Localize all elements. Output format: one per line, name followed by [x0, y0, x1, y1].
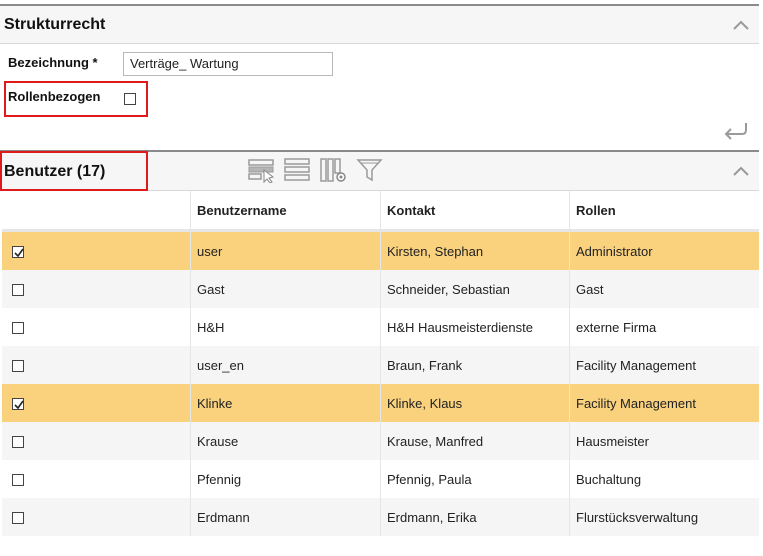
cell-kontakt: Klinke, Klaus — [380, 384, 570, 422]
cell-benutzername: Erdmann — [190, 498, 381, 536]
table-row[interactable]: user_en Braun, Frank Facility Management — [2, 346, 759, 384]
row-checkbox[interactable] — [12, 436, 24, 449]
row-checkbox[interactable] — [12, 322, 24, 335]
benutzer-highlight — [0, 151, 148, 191]
bezeichnung-input[interactable]: Verträge_ Wartung — [123, 52, 333, 76]
table-row[interactable]: Krause Krause, Manfred Hausmeister — [2, 422, 759, 460]
row-select-cell[interactable] — [2, 422, 191, 460]
cell-rollen: Facility Management — [569, 384, 759, 422]
row-select-cell[interactable] — [2, 384, 191, 422]
row-checkbox[interactable] — [12, 360, 24, 373]
cell-kontakt: Kirsten, Stephan — [380, 230, 570, 270]
row-checkbox[interactable] — [12, 246, 24, 259]
rollenbezogen-checkbox[interactable] — [124, 93, 136, 105]
row-checkbox[interactable] — [12, 398, 24, 411]
column-header-select[interactable] — [2, 191, 191, 232]
cell-kontakt: Pfennig, Paula — [380, 460, 570, 498]
table-row[interactable]: user Kirsten, Stephan Administrator — [2, 230, 759, 270]
column-header-rollen[interactable]: Rollen — [569, 191, 759, 232]
cell-rollen: externe Firma — [569, 308, 759, 346]
return-icon[interactable] — [722, 120, 750, 142]
list-view-icon[interactable] — [284, 157, 312, 183]
checkmark-icon — [14, 248, 24, 258]
cell-kontakt: Schneider, Sebastian — [380, 270, 570, 308]
row-select-cell[interactable] — [2, 308, 191, 346]
row-select-cell[interactable] — [2, 270, 191, 308]
row-checkbox[interactable] — [12, 474, 24, 487]
row-checkbox[interactable] — [12, 284, 24, 297]
cell-rollen: Flurstücksverwaltung — [569, 498, 759, 536]
cell-kontakt: Braun, Frank — [380, 346, 570, 384]
select-row-icon[interactable] — [248, 157, 276, 183]
row-select-cell[interactable] — [2, 498, 191, 536]
cell-kontakt: Erdmann, Erika — [380, 498, 570, 536]
cell-rollen: Facility Management — [569, 346, 759, 384]
bezeichnung-label: Bezeichnung * — [8, 55, 98, 70]
cell-benutzername: user_en — [190, 346, 381, 384]
table-header-row: Benutzername Kontakt Rollen — [2, 191, 759, 232]
cell-rollen: Administrator — [569, 230, 759, 270]
chevron-up-icon[interactable] — [731, 162, 751, 182]
row-select-cell[interactable] — [2, 460, 191, 498]
filter-icon[interactable] — [356, 157, 384, 183]
cell-rollen: Gast — [569, 270, 759, 308]
table-row[interactable]: Klinke Klinke, Klaus Facility Management — [2, 384, 759, 422]
row-select-cell[interactable] — [2, 346, 191, 384]
chevron-up-icon[interactable] — [731, 16, 751, 36]
cell-benutzername: Klinke — [190, 384, 381, 422]
row-select-cell[interactable] — [2, 230, 191, 270]
benutzer-table: Benutzername Kontakt Rollen user Kirsten,… — [2, 191, 759, 536]
table-row[interactable]: Erdmann Erdmann, Erika Flurstücksverwaltun… — [2, 498, 759, 536]
column-header-benutzername[interactable]: Benutzername — [190, 191, 381, 232]
cell-rollen: Hausmeister — [569, 422, 759, 460]
cell-benutzername: Krause — [190, 422, 381, 460]
cell-benutzername: H&H — [190, 308, 381, 346]
cell-rollen: Buchaltung — [569, 460, 759, 498]
cell-benutzername: user — [190, 230, 381, 270]
rollenbezogen-label: Rollenbezogen — [8, 89, 101, 104]
checkmark-icon — [14, 400, 24, 410]
table-row[interactable]: H&H H&H Hausmeisterdienste externe Firma — [2, 308, 759, 346]
column-header-kontakt[interactable]: Kontakt — [380, 191, 570, 232]
strukturrecht-panel-header[interactable]: Strukturrecht — [0, 4, 759, 44]
cell-kontakt: H&H Hausmeisterdienste — [380, 308, 570, 346]
strukturrecht-title: Strukturrecht — [4, 16, 106, 33]
cell-benutzername: Gast — [190, 270, 381, 308]
row-checkbox[interactable] — [12, 512, 24, 525]
table-row[interactable]: Gast Schneider, Sebastian Gast — [2, 270, 759, 308]
column-settings-icon[interactable] — [320, 157, 348, 183]
cell-benutzername: Pfennig — [190, 460, 381, 498]
table-row[interactable]: Pfennig Pfennig, Paula Buchaltung — [2, 460, 759, 498]
cell-kontakt: Krause, Manfred — [380, 422, 570, 460]
